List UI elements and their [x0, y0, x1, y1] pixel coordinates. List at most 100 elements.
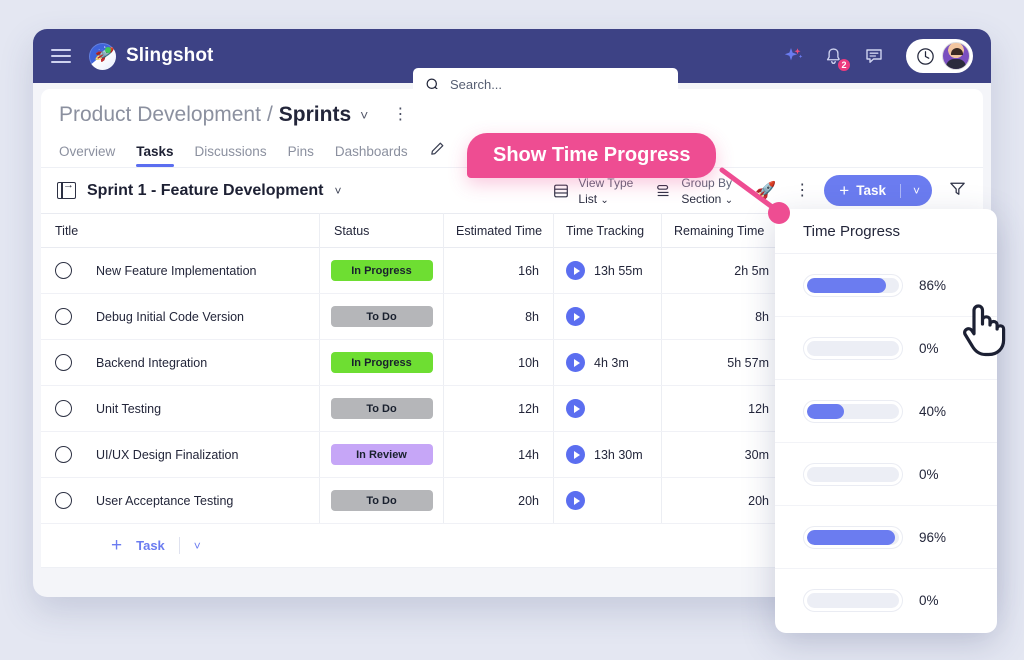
status-badge: To Do	[330, 398, 433, 419]
task-status-cell[interactable]: To Do	[319, 294, 443, 339]
chevron-down-icon[interactable]: ˅	[360, 107, 368, 123]
time-progress-panel: Time Progress 86% 0% 40% 0% 96% 0%	[775, 209, 997, 633]
progress-percent: 0%	[919, 340, 939, 356]
play-timer-icon[interactable]	[566, 445, 585, 464]
sprint-name: Sprint 1 - Feature Development	[87, 181, 324, 199]
task-complete-toggle[interactable]	[55, 354, 72, 371]
progress-bar	[803, 273, 903, 297]
avatar[interactable]	[942, 42, 970, 70]
remaining-time-cell: 20h	[661, 478, 783, 523]
estimated-time-cell: 16h	[443, 248, 553, 293]
sprint-selector[interactable]: Sprint 1 - Feature Development ˅	[57, 179, 342, 200]
task-status-cell[interactable]: To Do	[319, 386, 443, 431]
remaining-time-cell: 12h	[661, 386, 783, 431]
time-progress-row: 0%	[775, 443, 997, 506]
clock-icon	[917, 47, 934, 65]
rocket-icon[interactable]: 🚀	[755, 181, 776, 201]
task-complete-toggle[interactable]	[55, 262, 72, 279]
bell-icon[interactable]: 2	[823, 46, 851, 72]
chat-icon[interactable]	[863, 45, 885, 67]
add-task-button[interactable]: + Task ˅	[824, 175, 932, 206]
view-type-selector[interactable]: View Type List ⌄	[552, 175, 633, 206]
task-status-cell[interactable]: To Do	[319, 478, 443, 523]
task-status-cell[interactable]: In Progress	[319, 248, 443, 293]
tab-overview[interactable]: Overview	[59, 144, 115, 167]
time-tracking-cell[interactable]: 13h 55m	[553, 248, 661, 293]
task-complete-toggle[interactable]	[55, 446, 72, 463]
play-timer-icon[interactable]	[566, 261, 585, 280]
task-complete-toggle[interactable]	[55, 400, 72, 417]
task-title-cell: Unit Testing	[41, 400, 319, 417]
list-view-icon	[554, 184, 569, 197]
time-tracking-cell[interactable]	[553, 294, 661, 339]
time-tracking-cell[interactable]: 13h 30m	[553, 432, 661, 477]
breadcrumb: Product Development / Sprints ˅ ⋮	[59, 103, 965, 127]
progress-fill	[807, 529, 896, 545]
rocket-glyph: 🚀	[93, 43, 116, 65]
task-title-cell: User Acceptance Testing	[41, 492, 319, 509]
column-header-status: Status	[319, 213, 443, 248]
play-timer-icon[interactable]	[566, 399, 585, 418]
slingshot-logo-icon: 🚀	[89, 42, 116, 70]
tab-pins[interactable]: Pins	[288, 144, 314, 167]
task-complete-toggle[interactable]	[55, 492, 72, 509]
breadcrumb-parent[interactable]: Product Development	[59, 103, 261, 127]
plus-icon: +	[111, 534, 123, 556]
progress-track	[807, 340, 899, 356]
play-timer-icon[interactable]	[566, 491, 585, 510]
plus-icon: +	[839, 180, 850, 200]
task-status-cell[interactable]: In Review	[319, 432, 443, 477]
time-progress-row: 40%	[775, 380, 997, 443]
hamburger-menu-icon[interactable]	[51, 45, 71, 67]
add-task-dropdown-icon[interactable]: ˅	[899, 183, 932, 198]
task-complete-toggle[interactable]	[55, 308, 72, 325]
time-progress-row: 0%	[775, 569, 997, 632]
progress-track	[807, 466, 899, 482]
task-title: Backend Integration	[96, 355, 208, 370]
add-task-row-label: Task	[136, 538, 165, 553]
group-by-selector[interactable]: Group By Section ⌄	[655, 175, 733, 206]
pencil-icon[interactable]	[429, 140, 446, 162]
breadcrumb-separator: /	[266, 103, 273, 126]
progress-percent: 86%	[919, 277, 947, 293]
progress-bar	[803, 336, 903, 360]
toolbar-kebab-icon[interactable]: ⋮	[794, 183, 810, 199]
task-title: New Feature Implementation	[96, 263, 257, 278]
time-progress-row: 0%	[775, 317, 997, 380]
progress-bar	[803, 525, 903, 549]
breadcrumb-current[interactable]: Sprints	[279, 103, 351, 127]
progress-bar	[803, 589, 903, 612]
remaining-time-cell: 8h	[661, 294, 783, 339]
breadcrumb-kebab-icon[interactable]: ⋮	[392, 107, 408, 123]
brand-logo[interactable]: 🚀 Slingshot	[89, 42, 214, 70]
chevron-down-icon[interactable]: ˅	[335, 184, 342, 198]
time-tracking-cell[interactable]	[553, 478, 661, 523]
top-navigation-bar: 🚀 Slingshot 2 Search...	[33, 29, 991, 101]
user-menu[interactable]	[906, 39, 973, 73]
task-title: User Acceptance Testing	[96, 493, 234, 508]
progress-fill	[807, 277, 887, 293]
task-title: Debug Initial Code Version	[96, 309, 245, 324]
status-badge: In Progress	[330, 352, 433, 373]
status-badge: To Do	[330, 306, 433, 327]
task-status-cell[interactable]: In Progress	[319, 340, 443, 385]
tab-tasks[interactable]: Tasks	[136, 144, 174, 167]
play-timer-icon[interactable]	[566, 353, 585, 372]
time-tracking-cell[interactable]: 4h 3m	[553, 340, 661, 385]
chevron-down-icon[interactable]: ˅	[194, 539, 201, 553]
progress-percent: 0%	[919, 466, 939, 482]
tab-discussions[interactable]: Discussions	[195, 144, 267, 167]
task-title: Unit Testing	[96, 401, 162, 416]
play-timer-icon[interactable]	[566, 307, 585, 326]
brand-name: Slingshot	[126, 45, 214, 66]
add-task-main[interactable]: + Task	[824, 181, 900, 201]
tab-dashboards[interactable]: Dashboards	[335, 144, 408, 167]
funnel-icon[interactable]	[948, 179, 967, 203]
status-badge: In Review	[330, 444, 433, 465]
task-title: UI/UX Design Finalization	[96, 447, 239, 462]
tracked-time: 13h 30m	[594, 447, 643, 462]
sparkle-icon[interactable]	[782, 45, 804, 67]
task-title-cell: Debug Initial Code Version	[41, 308, 319, 325]
column-header-remaining-time: Remaining Time	[661, 213, 783, 248]
time-tracking-cell[interactable]	[553, 386, 661, 431]
